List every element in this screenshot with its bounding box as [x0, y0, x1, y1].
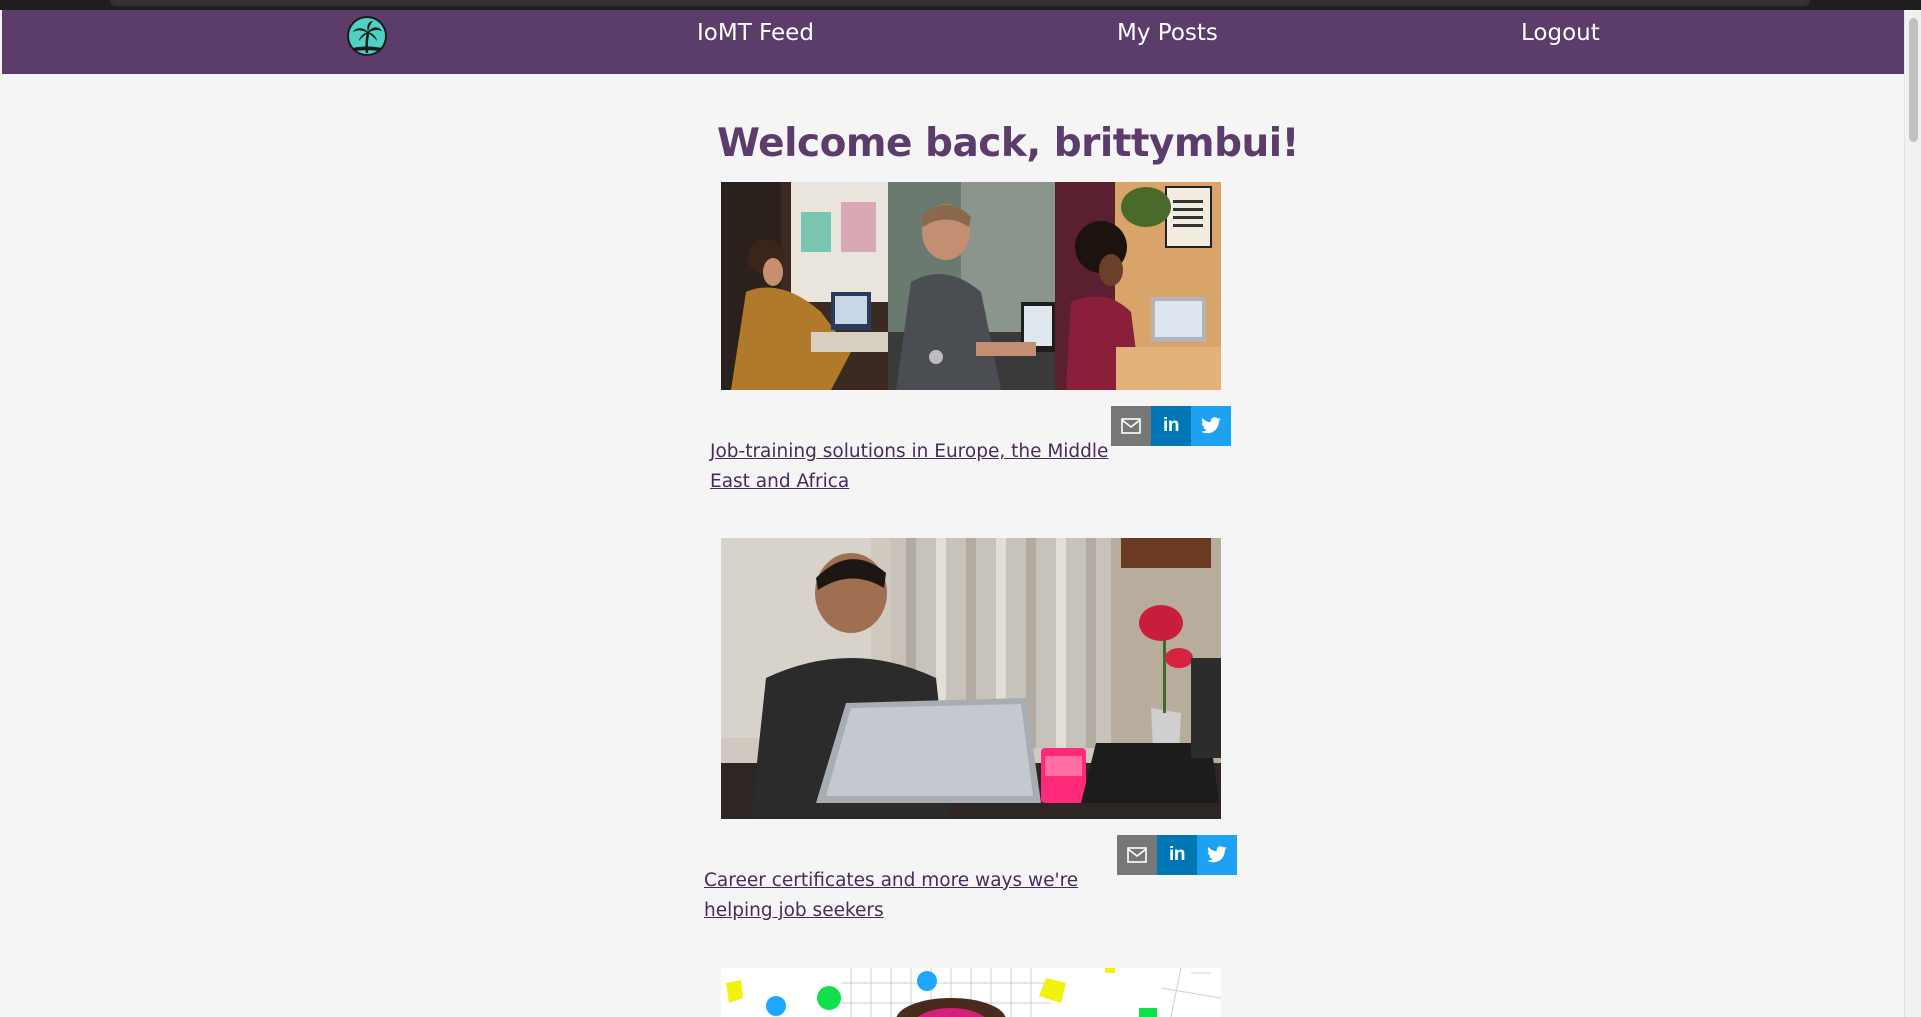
browser-top-bar	[0, 0, 1921, 10]
share-twitter-button[interactable]	[1197, 835, 1237, 875]
palm-tree-icon[interactable]	[346, 15, 388, 57]
post-image[interactable]	[721, 182, 1221, 390]
share-linkedin-button[interactable]: in	[1151, 406, 1191, 446]
post-title-link[interactable]: Job-training solutions in Europe, the Mi…	[710, 437, 1130, 497]
welcome-heading: Welcome back, brittymbui!	[717, 121, 1299, 167]
navbar: IoMT Feed My Posts Logout	[2, 10, 1904, 74]
post-title-link[interactable]: Career certificates and more ways we're …	[704, 866, 1124, 926]
share-buttons: in	[1117, 835, 1237, 875]
browser-top-bar-edge	[110, 0, 1810, 6]
post-image[interactable]	[721, 968, 1221, 1017]
share-twitter-button[interactable]	[1191, 406, 1231, 446]
mail-icon	[1121, 418, 1141, 434]
mail-icon	[1127, 847, 1147, 863]
twitter-bird-icon	[1201, 417, 1221, 434]
post-image[interactable]	[721, 538, 1221, 819]
nav-link-logout[interactable]: Logout	[1521, 16, 1600, 50]
twitter-bird-icon	[1207, 846, 1227, 863]
page-scrollbar[interactable]	[1904, 10, 1921, 1017]
linkedin-icon: in	[1169, 844, 1185, 865]
nav-link-feed[interactable]: IoMT Feed	[697, 16, 814, 50]
linkedin-icon: in	[1163, 415, 1179, 436]
scrollbar-thumb[interactable]	[1909, 18, 1918, 142]
share-linkedin-button[interactable]: in	[1157, 835, 1197, 875]
nav-link-my-posts[interactable]: My Posts	[1117, 16, 1218, 50]
